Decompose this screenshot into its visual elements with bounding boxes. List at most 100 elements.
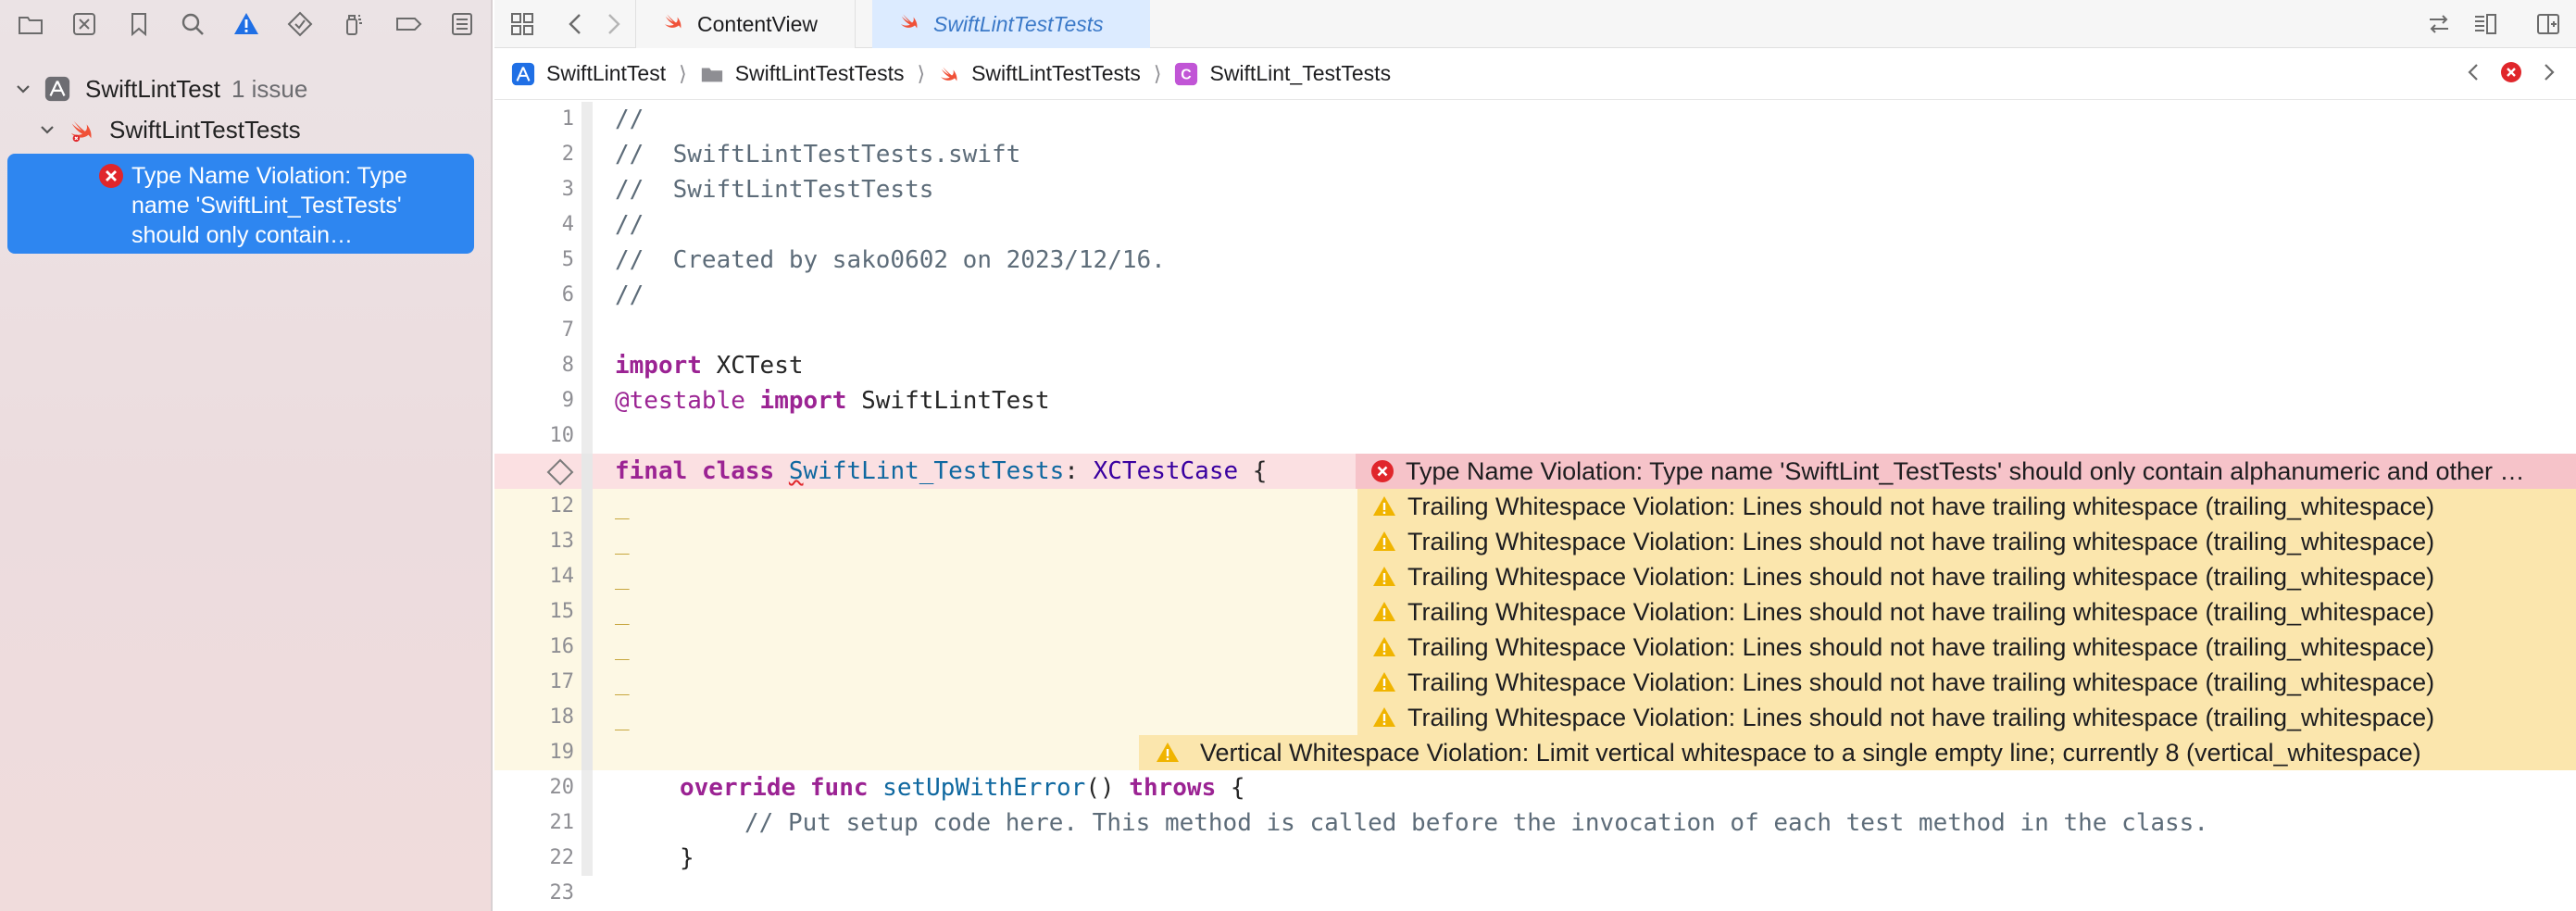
punctuation: () — [1085, 774, 1130, 802]
code-line-warning: 15 _ Trailing Whitespace Violation: Line… — [494, 594, 2576, 630]
breadcrumb-file[interactable]: SwiftLintTestTests — [938, 61, 1141, 86]
test-diamond-icon[interactable] — [283, 7, 317, 41]
whitespace-marker: _ — [615, 668, 630, 696]
code-statement: final class SwiftLint_TestTests: XCTestC… — [615, 454, 1267, 489]
error-banner[interactable]: Type Name Violation: Type name 'SwiftLin… — [1356, 454, 2576, 489]
warning-icon — [1372, 635, 1396, 659]
code-line-warning: 16 _ Trailing Whitespace Violation: Line… — [494, 630, 2576, 665]
breadcrumb-folder[interactable]: SwiftLintTestTests — [700, 61, 905, 86]
split-arrows-icon[interactable] — [2422, 7, 2456, 41]
breadcrumb-separator: ⟩ — [679, 61, 687, 85]
source-editor[interactable]: 1 // 2 // SwiftLintTestTests.swift 3 // … — [494, 102, 2576, 911]
folder-icon[interactable] — [14, 7, 47, 41]
warning-message: Trailing Whitespace Violation: Lines sho… — [1407, 703, 2435, 731]
line-number: 5 — [561, 248, 574, 271]
line-number: 14 — [549, 565, 575, 588]
line-number: 16 — [549, 635, 575, 658]
error-icon — [98, 163, 124, 193]
code-line: 5 // Created by sako0602 on 2023/12/16. — [494, 243, 2576, 278]
warning-message: Trailing Whitespace Violation: Lines sho… — [1407, 527, 2435, 555]
line-number: 15 — [549, 600, 575, 623]
chevron-down-icon[interactable] — [35, 118, 59, 142]
warning-banner[interactable]: Vertical Whitespace Violation: Limit ver… — [1139, 735, 2576, 770]
test-diamond-icon[interactable] — [546, 458, 574, 491]
code-statement: override func setUpWithError() throws { — [680, 770, 1245, 805]
breadcrumb-label: SwiftLintTest — [546, 61, 667, 85]
change-ruler — [581, 172, 593, 207]
breakpoint-tag-icon[interactable] — [392, 7, 425, 41]
selected-issue-row[interactable]: Type Name Violation: Type name 'SwiftLin… — [7, 154, 474, 254]
line-number: 4 — [561, 213, 574, 236]
whitespace-marker: _ — [615, 704, 630, 731]
breadcrumb-class[interactable]: C SwiftLint_TestTests — [1174, 61, 1391, 86]
tab-swiftlinttesttests[interactable]: SwiftLintTestTests — [872, 0, 1150, 48]
punctuation: { — [1216, 774, 1245, 802]
svg-text:C: C — [1182, 67, 1192, 82]
code-line: 10 — [494, 418, 2576, 454]
warning-banner[interactable]: Trailing Whitespace Violation: Lines sho… — [1357, 524, 2576, 559]
report-list-icon[interactable] — [445, 7, 479, 41]
change-ruler — [581, 524, 593, 559]
warning-message: Trailing Whitespace Violation: Lines sho… — [1407, 597, 2435, 626]
keyword: func — [809, 774, 869, 802]
code-comment: // — [615, 106, 644, 133]
code-line: 8 import XCTest — [494, 348, 2576, 383]
bookmark-icon[interactable] — [122, 7, 156, 41]
line-number: 20 — [549, 776, 575, 799]
chevron-down-icon[interactable] — [11, 77, 35, 101]
code-line: 20 override func setUpWithError() throws… — [494, 770, 2576, 805]
error-icon[interactable] — [2498, 59, 2524, 91]
breadcrumb-project[interactable]: SwiftLintTest — [511, 61, 666, 86]
line-number: 6 — [561, 283, 574, 306]
app-project-icon — [511, 62, 535, 86]
source-control-icon[interactable] — [68, 7, 101, 41]
change-ruler — [581, 207, 593, 243]
previous-issue-icon[interactable] — [2461, 59, 2487, 91]
change-ruler — [581, 243, 593, 278]
line-number: 17 — [549, 670, 575, 693]
tab-contentview[interactable]: ContentView — [635, 0, 856, 48]
add-editor-icon[interactable] — [2532, 7, 2565, 41]
swift-file-icon — [938, 63, 960, 85]
change-ruler — [581, 278, 593, 313]
change-ruler — [581, 383, 593, 418]
back-chevron-icon[interactable] — [559, 7, 593, 41]
change-ruler — [581, 700, 593, 735]
issue-warning-icon[interactable] — [230, 7, 263, 41]
editor-options-icon[interactable] — [2469, 7, 2502, 41]
warning-message: Trailing Whitespace Violation: Lines sho… — [1407, 562, 2435, 591]
keyword: class — [701, 457, 775, 485]
warning-banner[interactable]: Trailing Whitespace Violation: Lines sho… — [1357, 559, 2576, 594]
tree-row-target[interactable]: SwiftLintTestTests — [0, 109, 493, 150]
line-number: 2 — [561, 143, 574, 166]
code-line-error: final class SwiftLint_TestTests: XCTestC… — [494, 454, 2576, 489]
line-number: 23 — [549, 881, 575, 905]
code-line: 9 @testable import SwiftLintTest — [494, 383, 2576, 418]
line-number: 12 — [549, 494, 575, 518]
warning-banner[interactable]: Trailing Whitespace Violation: Lines sho… — [1357, 630, 2576, 665]
project-navigator: SwiftLintTest 1 issue SwiftLintTestTests… — [0, 0, 493, 911]
keyword: throws — [1129, 774, 1217, 802]
warning-banner[interactable]: Trailing Whitespace Violation: Lines sho… — [1357, 665, 2576, 700]
warning-icon — [1156, 741, 1180, 765]
grid-layout-icon[interactable] — [506, 7, 539, 41]
warning-message: Trailing Whitespace Violation: Lines sho… — [1407, 668, 2435, 696]
change-ruler — [581, 841, 593, 876]
code-line: 6 // — [494, 278, 2576, 313]
line-number: 10 — [549, 424, 575, 447]
find-icon[interactable] — [176, 7, 209, 41]
code-line: 21 // Put setup code here. This method i… — [494, 805, 2576, 841]
forward-chevron-icon[interactable] — [596, 7, 630, 41]
issue-navigation — [2461, 59, 2561, 91]
warning-banner[interactable]: Trailing Whitespace Violation: Lines sho… — [1357, 594, 2576, 630]
tree-row-project[interactable]: SwiftLintTest 1 issue — [0, 69, 493, 109]
warning-banner[interactable]: Trailing Whitespace Violation: Lines sho… — [1357, 489, 2576, 524]
warning-banner[interactable]: Trailing Whitespace Violation: Lines sho… — [1357, 700, 2576, 735]
code-line-warning: 19 Vertical Whitespace Violation: Limit … — [494, 735, 2576, 770]
module-name: XCTest — [701, 352, 804, 380]
debug-spray-icon[interactable] — [337, 7, 370, 41]
change-ruler — [581, 805, 593, 841]
code-line-warning: 14 _ Trailing Whitespace Violation: Line… — [494, 559, 2576, 594]
line-number: 3 — [561, 178, 574, 201]
next-issue-icon[interactable] — [2535, 59, 2561, 91]
